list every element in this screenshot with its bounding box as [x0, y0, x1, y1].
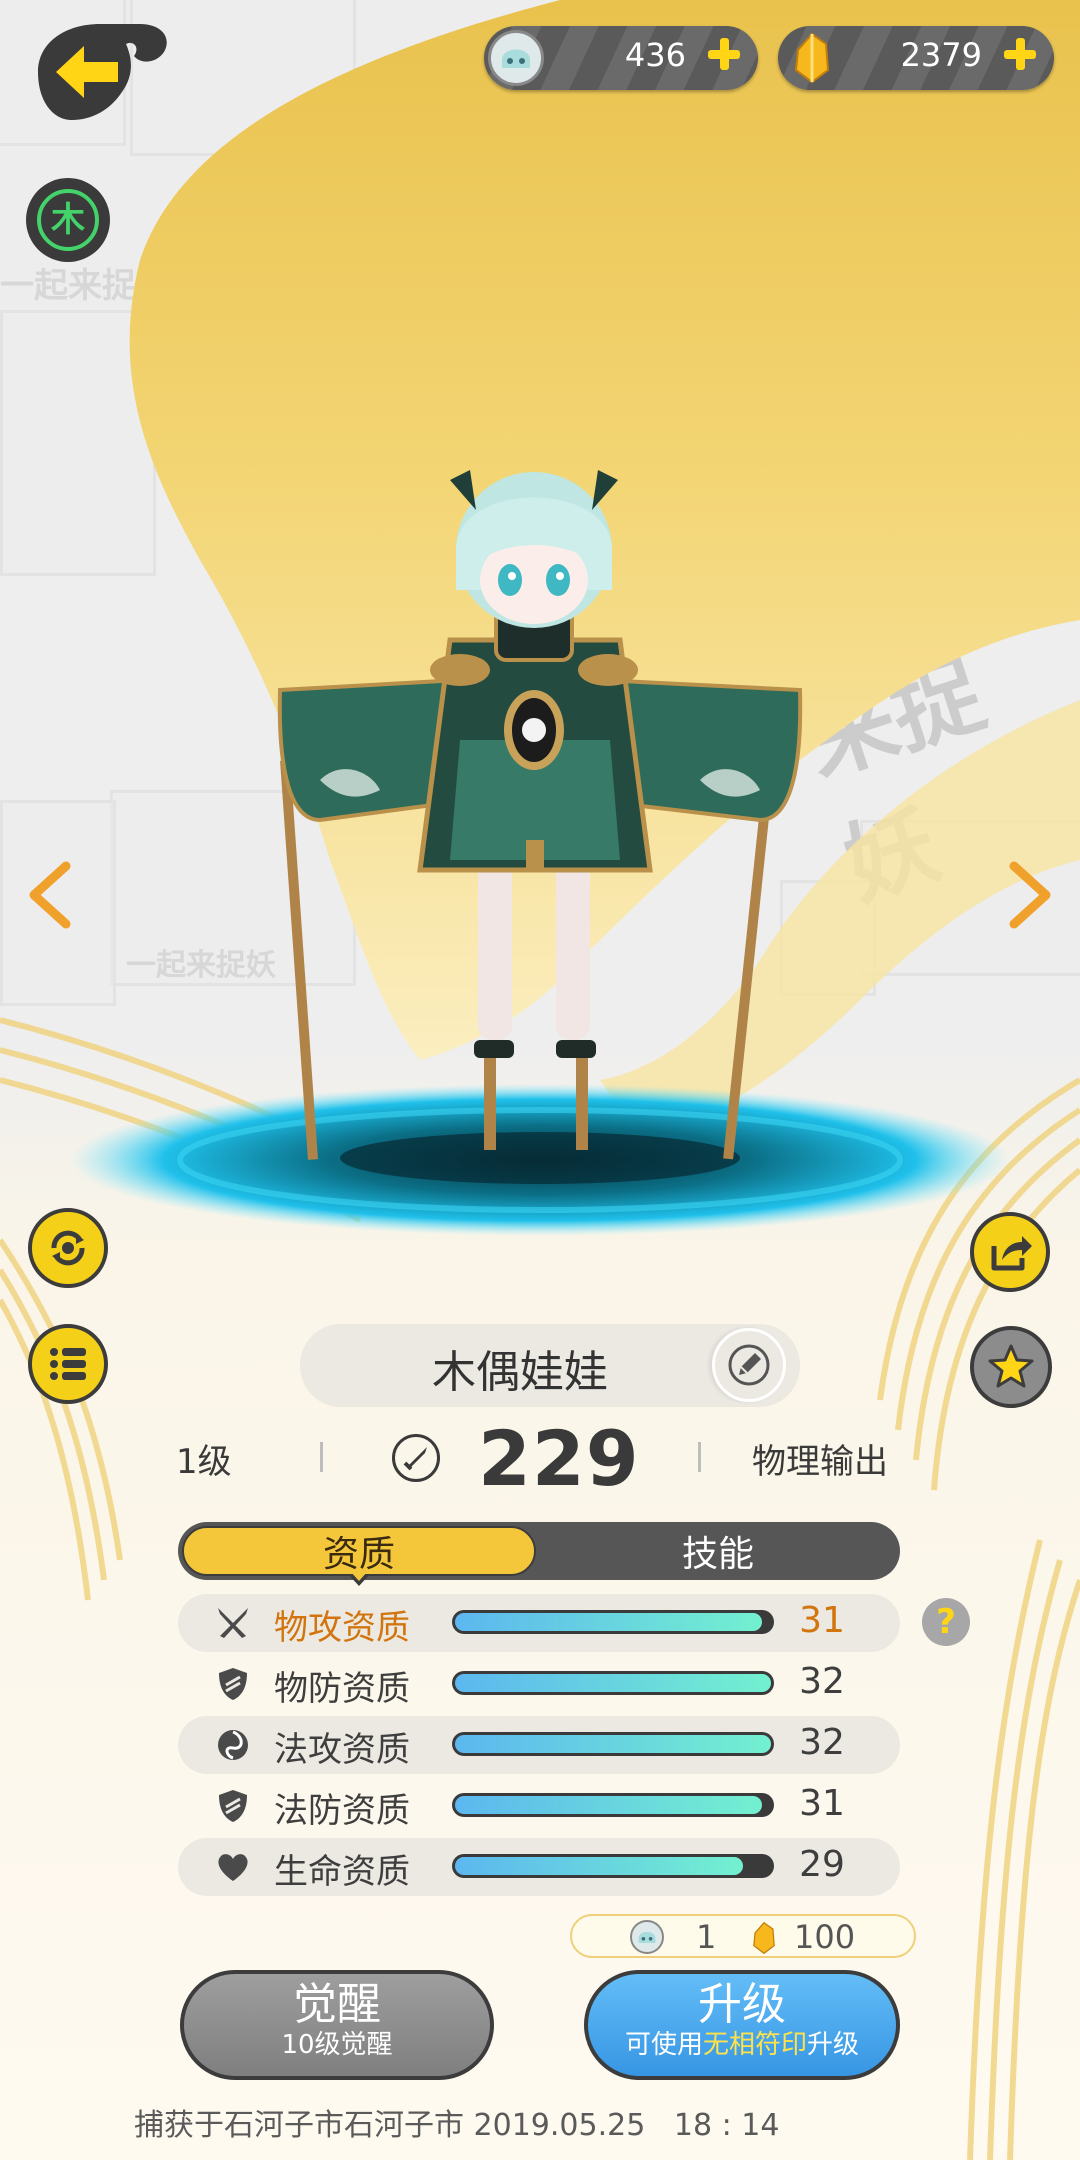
divider [320, 1442, 323, 1472]
heart-icon [218, 1854, 248, 1881]
capture-info: 捕获于石河子市石河子市 2019.05.25 18 : 14 [134, 2108, 780, 2143]
upgrade-sub-suffix: 升级 [807, 2030, 860, 2060]
shield-icon [219, 1668, 247, 1700]
upgrade-cost: 1 100 [570, 1914, 916, 1958]
crystals-value: 2379 [900, 36, 982, 74]
upgrade-sub-item: 无相符印 [702, 2030, 807, 2060]
awaken-label: 觉醒 [293, 1979, 381, 2030]
upgrade-label: 升级 [698, 1979, 786, 2030]
stat-bar [452, 1732, 774, 1756]
stat-label: 法攻资质 [274, 1730, 410, 1770]
element-wood-label: 木 [51, 200, 85, 240]
upgrade-sub: 可使用无相符印升级 [588, 2030, 896, 2060]
cost-crystals: 100 [794, 1918, 856, 1956]
tab-skills[interactable]: 技能 [540, 1526, 896, 1576]
stat-bar-fill [455, 1796, 762, 1814]
crystal-icon [753, 1921, 775, 1955]
tab-aptitude-label: 资质 [322, 1534, 395, 1575]
add-crystals-icon[interactable] [1000, 34, 1040, 74]
stat-bar [452, 1610, 774, 1634]
stat-label: 物攻资质 [274, 1608, 410, 1648]
combat-power-value: 229 [478, 1414, 640, 1503]
shield-icon [219, 1790, 247, 1822]
stat-value: 31 [799, 1783, 845, 1824]
stat-row: 物攻资质 31 [178, 1594, 900, 1652]
next-character-button[interactable] [1000, 860, 1060, 930]
souls-value: 436 [624, 36, 686, 74]
tab-aptitude[interactable]: 资质 [182, 1526, 536, 1576]
crossed-swords-icon [218, 1608, 248, 1638]
stat-label: 生命资质 [274, 1852, 410, 1892]
stat-label: 物防资质 [274, 1669, 410, 1709]
stat-row: 法防资质 31 [178, 1777, 900, 1835]
stat-label: 法防资质 [274, 1791, 410, 1831]
stat-row: 生命资质 29 [178, 1838, 900, 1896]
star-icon [988, 1344, 1034, 1388]
upgrade-button[interactable]: 升级 可使用无相符印升级 [584, 1970, 900, 2080]
character-name: 木偶娃娃 [432, 1347, 608, 1398]
stat-row: 法攻资质 32 [178, 1716, 900, 1774]
awaken-sub: 10级觉醒 [281, 2030, 393, 2060]
element-badge: 木 [26, 178, 110, 262]
rotate-icon [51, 1230, 85, 1266]
tab-pointer-fill [351, 1572, 367, 1581]
stat-bar-fill [455, 1857, 743, 1875]
menu-list-button[interactable] [28, 1324, 108, 1404]
character-model [277, 470, 803, 1160]
chevron-left-icon [29, 861, 71, 929]
soul-face-icon [630, 1920, 664, 1954]
character-level: 1级 [176, 1442, 232, 1482]
stat-bar [452, 1671, 774, 1695]
share-icon [991, 1236, 1032, 1271]
favorite-button[interactable] [970, 1326, 1052, 1408]
chevron-right-icon [1009, 861, 1051, 929]
prev-character-button[interactable] [20, 860, 80, 930]
divider [698, 1442, 701, 1472]
stat-value: 29 [799, 1844, 845, 1885]
share-button[interactable] [970, 1212, 1050, 1292]
cost-souls: 1 [696, 1918, 717, 1956]
rename-button[interactable] [712, 1328, 786, 1402]
list-icon [50, 1348, 86, 1380]
stat-bar-fill [455, 1735, 771, 1753]
combat-power-icon [392, 1434, 440, 1482]
magic-swirl-icon [218, 1730, 248, 1760]
back-arrow-icon [38, 24, 167, 120]
character-role: 物理输出 [752, 1442, 888, 1482]
character-nameplate: 木偶娃娃 [300, 1324, 800, 1406]
add-souls-icon[interactable] [704, 34, 744, 74]
crystal-icon [794, 32, 830, 84]
stat-bar-fill [455, 1674, 771, 1692]
stat-bar [452, 1793, 774, 1817]
stat-row: 物防资质 32 [178, 1655, 900, 1713]
rotate-view-button[interactable] [28, 1208, 108, 1288]
crystals-currency[interactable]: 2379 [778, 26, 1054, 90]
question-icon: ? [936, 1602, 956, 1642]
stat-value: 31 [799, 1600, 845, 1641]
upgrade-sub-prefix: 可使用 [624, 2030, 703, 2060]
stat-value: 32 [799, 1661, 845, 1702]
souls-currency[interactable]: 436 [484, 26, 758, 90]
help-button[interactable]: ? [922, 1598, 970, 1646]
stat-value: 32 [799, 1722, 845, 1763]
back-button[interactable] [22, 18, 172, 126]
stat-bar-fill [455, 1613, 762, 1631]
stat-bar [452, 1854, 774, 1878]
soul-face-icon [488, 30, 544, 86]
tab-skills-label: 技能 [681, 1534, 754, 1575]
awaken-button[interactable]: 觉醒 10级觉醒 [180, 1970, 494, 2080]
pencil-icon [728, 1344, 770, 1386]
